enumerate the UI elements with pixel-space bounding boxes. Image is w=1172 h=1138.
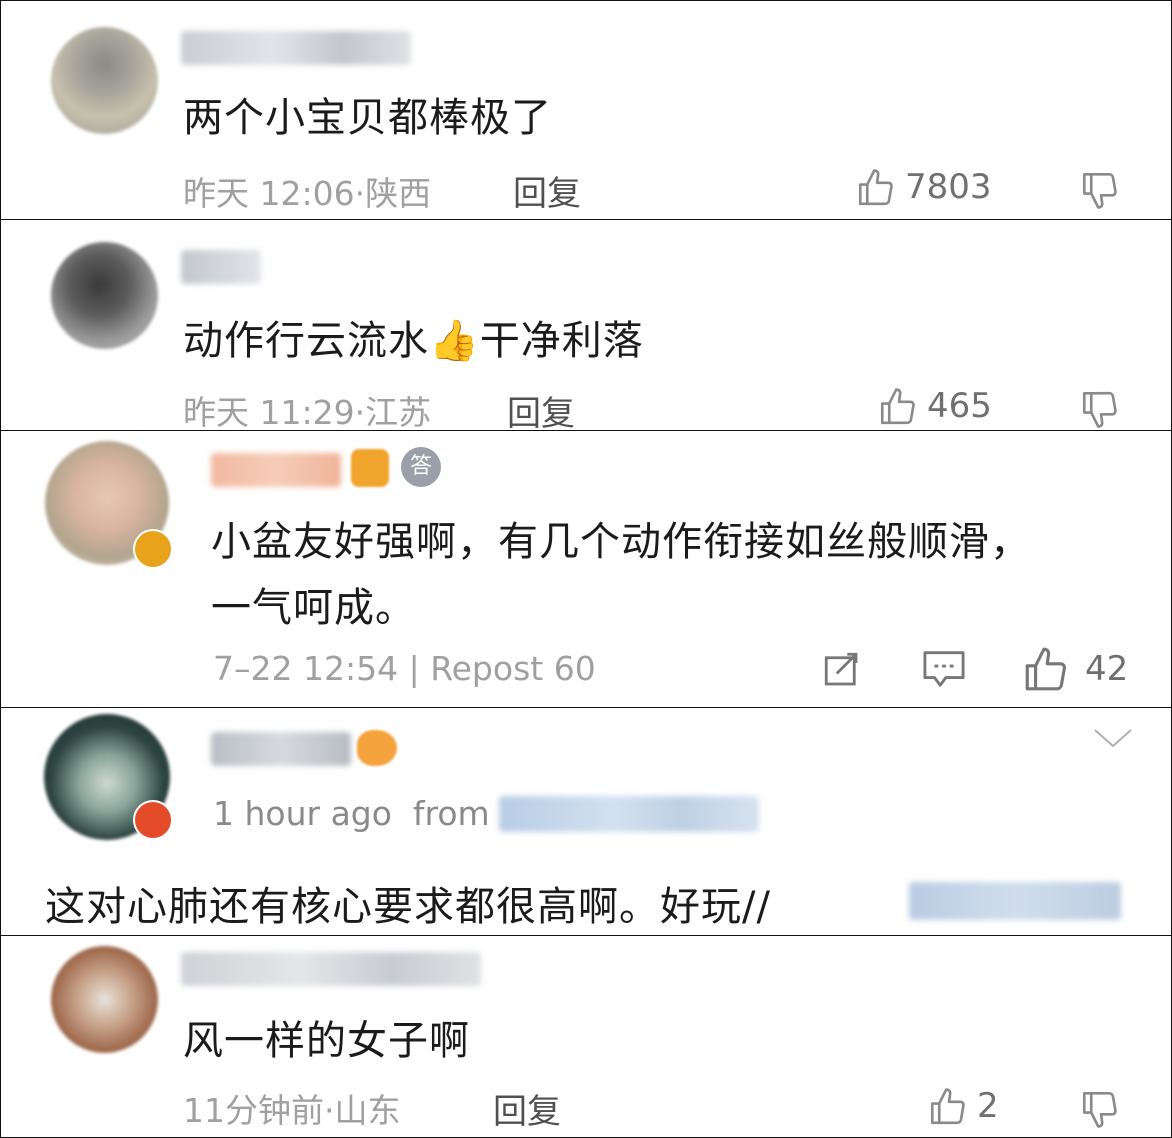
- chevron-down-icon[interactable]: [1093, 726, 1133, 750]
- post-time: 1 hour ago from: [213, 794, 490, 833]
- comment-panel-4: 1 hour ago from 这对心肺还有核心要求都很高啊。好玩//: [0, 707, 1172, 936]
- reply-button[interactable]: 回复: [513, 166, 581, 215]
- repost-icon[interactable]: [821, 649, 863, 691]
- fish-emoji-icon: [357, 730, 397, 766]
- member-badge-icon: [351, 449, 389, 487]
- comment-panel-3: 答 小盆友好强啊，有几个动作衔接如丝般顺滑， 一气呵成。 7–22 12:54 …: [0, 430, 1172, 708]
- comment-time: 7–22 12:54 | Repost 60: [213, 649, 596, 688]
- username-blurred[interactable]: [211, 453, 341, 487]
- thumbs-up-icon[interactable]: [1021, 645, 1071, 695]
- source-device-blurred[interactable]: [499, 796, 759, 832]
- username-blurred[interactable]: [181, 952, 481, 986]
- comment-panel-5: 风一样的女子啊 11分钟前·山东 回复 2: [0, 935, 1172, 1138]
- thumbs-down-icon[interactable]: [1079, 388, 1121, 430]
- like-count: 465: [927, 386, 992, 426]
- comment-icon[interactable]: [921, 647, 967, 689]
- thumbs-up-icon[interactable]: [855, 167, 897, 209]
- comment-meta: 昨天 11:29·江苏: [183, 393, 432, 431]
- username-blurred[interactable]: [181, 31, 411, 65]
- comment-text: 风一样的女子啊: [183, 1018, 470, 1064]
- username-blurred[interactable]: [211, 732, 351, 766]
- verified-badge-icon: [133, 529, 173, 569]
- like-count: 2: [977, 1086, 999, 1126]
- comment-text: 动作行云流水👍干净利落: [183, 318, 644, 364]
- comment-meta: 11分钟前·山东: [183, 1091, 401, 1130]
- like-count: 42: [1085, 649, 1129, 689]
- avatar[interactable]: [51, 27, 158, 134]
- thumbs-down-icon[interactable]: [1079, 1088, 1121, 1130]
- thumbs-up-icon[interactable]: [927, 1086, 969, 1128]
- thumbs-up-emoji: 👍: [429, 318, 480, 364]
- username-blurred[interactable]: [181, 250, 261, 284]
- comment-text: 两个小宝贝都棒极了: [183, 95, 552, 141]
- comment-text-line-2: 一气呵成。: [211, 585, 416, 631]
- comment-meta: 昨天 12:06·陕西: [183, 174, 432, 213]
- reply-button[interactable]: 回复: [493, 1084, 561, 1133]
- verified-badge-icon: [133, 800, 173, 840]
- avatar[interactable]: [51, 242, 158, 349]
- mention-blurred[interactable]: [909, 882, 1121, 920]
- avatar[interactable]: [51, 946, 158, 1053]
- like-count: 7803: [905, 167, 992, 207]
- reply-button[interactable]: 回复: [507, 386, 575, 430]
- comment-text: 这对心肺还有核心要求都很高啊。好玩//: [45, 884, 771, 930]
- medal-icon: 答: [401, 447, 441, 487]
- comment-text-line-1: 小盆友好强啊，有几个动作衔接如丝般顺滑，: [211, 519, 1031, 565]
- comment-panel-1: 两个小宝贝都棒极了 昨天 12:06·陕西 回复 7803: [0, 0, 1172, 220]
- thumbs-down-icon[interactable]: [1079, 169, 1121, 211]
- thumbs-up-icon[interactable]: [877, 386, 919, 428]
- comment-panel-2: 动作行云流水👍干净利落 昨天 11:29·江苏 回复 465: [0, 219, 1172, 431]
- repost-count[interactable]: Repost 60: [430, 649, 596, 688]
